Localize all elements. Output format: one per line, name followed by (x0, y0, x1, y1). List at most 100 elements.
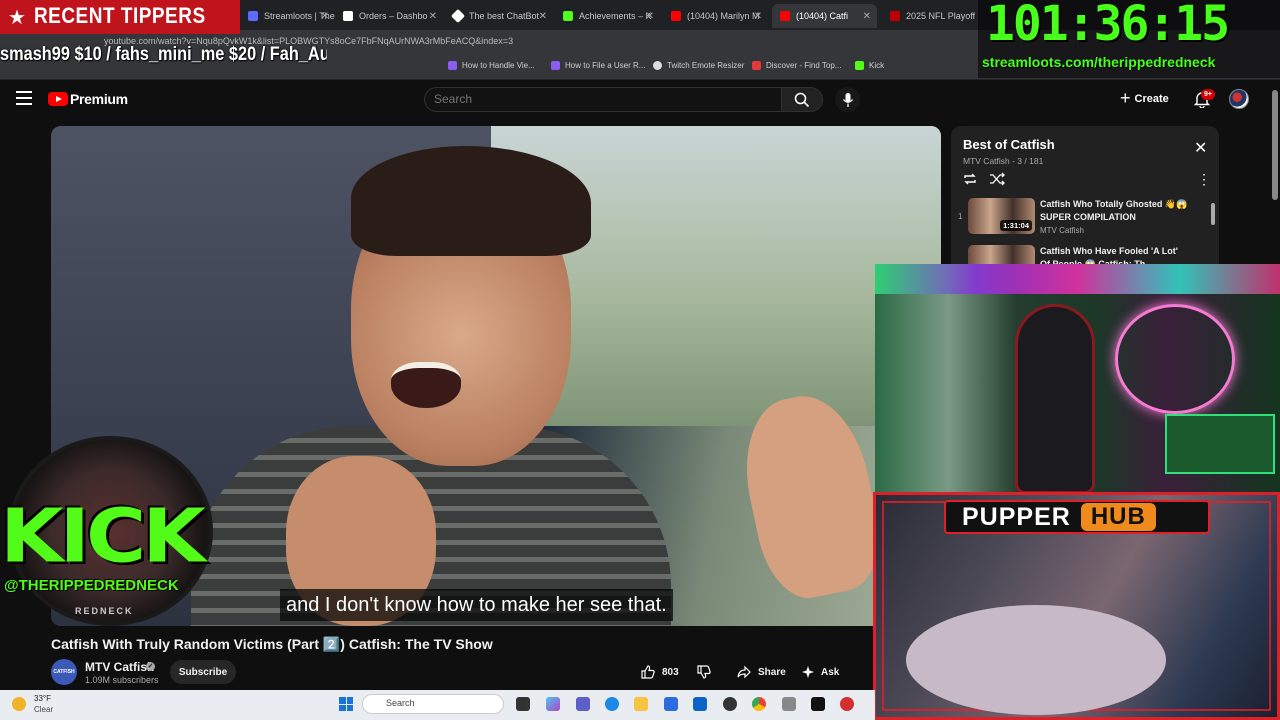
subscribe-button[interactable]: Subscribe (170, 660, 236, 684)
bookmark-item[interactable]: Kick (855, 61, 884, 70)
search-button[interactable] (781, 87, 823, 112)
more-options-icon[interactable]: ⋮ (1197, 172, 1211, 186)
ask-button[interactable]: Ask (801, 660, 839, 684)
youtube-logo-icon[interactable] (48, 92, 68, 106)
account-avatar[interactable] (1229, 89, 1249, 109)
edge-icon[interactable] (605, 697, 619, 711)
channel-avatar[interactable]: CATFISH (51, 659, 77, 685)
file-explorer-icon[interactable] (634, 697, 648, 711)
dislike-button[interactable] (696, 660, 712, 684)
bookmark-label: How to Handle Vie... (462, 61, 535, 70)
ask-label: Ask (821, 666, 840, 678)
shuffle-icon[interactable] (989, 172, 1005, 186)
webcam-neon-sign (1115, 304, 1235, 414)
app-icon[interactable] (840, 697, 854, 711)
video-title: Catfish With Truly Random Victims (Part … (51, 636, 493, 652)
store-icon[interactable] (664, 697, 678, 711)
share-button[interactable]: Share (736, 660, 786, 684)
hub-text: HUB (1080, 503, 1156, 531)
obs-icon[interactable] (723, 697, 737, 711)
close-icon[interactable]: ✕ (1194, 141, 1207, 157)
taskbar-search-box[interactable] (362, 694, 504, 714)
countdown-timer: 101:36:15 (986, 0, 1230, 52)
plus-icon: + (1120, 87, 1131, 108)
playlist-item-title[interactable]: Catfish Who Have Fooled 'A Lot' Of Peopl… (1040, 245, 1190, 265)
hamburger-menu-icon[interactable] (16, 91, 32, 105)
webcam-sign-board (1165, 414, 1275, 474)
taskbar-search-placeholder[interactable]: Search (386, 698, 415, 708)
close-icon[interactable]: ✕ (646, 11, 654, 22)
subscriber-count: 1.09M subscribers (85, 675, 159, 685)
task-view-icon[interactable] (516, 697, 530, 711)
tab-label: The best ChatBot (469, 11, 540, 21)
playlist-title[interactable]: Best of Catfish (963, 137, 1055, 152)
copilot-icon[interactable] (546, 697, 560, 711)
browser-tab[interactable]: 2025 NFL Playoff (882, 4, 982, 28)
kick-icon (855, 61, 864, 70)
bookmark-icon (551, 61, 560, 70)
bookmark-icon (653, 61, 662, 70)
webcam-overlay-room (875, 264, 1280, 494)
close-icon[interactable]: ✕ (863, 11, 871, 22)
chrome-icon[interactable] (752, 697, 766, 711)
webcam-streamer (1015, 304, 1095, 494)
microphone-icon (842, 92, 853, 107)
app-icon[interactable] (782, 697, 796, 711)
recent-tippers-title: RECENT TIPPERS (33, 4, 206, 29)
playlist-scrollbar[interactable] (1211, 203, 1215, 225)
playlist-item[interactable]: Catfish Who Have Fooled 'A Lot' Of Peopl… (953, 245, 1213, 265)
tab-favicon-icon (450, 8, 466, 24)
streamloots-url: streamloots.com/therippedredneck (982, 54, 1216, 70)
close-icon[interactable]: ✕ (754, 11, 762, 22)
share-label: Share (758, 666, 786, 678)
bookmark-label: Kick (869, 61, 885, 70)
bookmark-item[interactable]: Twitch Emote Resizer (653, 61, 744, 70)
browser-tab[interactable]: (10404) Marilyn M ✕ (663, 4, 768, 28)
bookmark-item[interactable]: How to File a User R... (551, 61, 645, 70)
like-button[interactable]: 803 (640, 660, 679, 684)
terminal-icon[interactable] (811, 697, 825, 711)
kick-logo-text: KICK (0, 493, 206, 580)
teams-icon[interactable] (576, 697, 590, 711)
pupper-hub-label: PUPPER HUB (944, 500, 1210, 534)
thumbs-down-icon (697, 665, 711, 679)
webcam-pillow (906, 605, 1166, 715)
video-duration: 1:31:04 (1000, 220, 1032, 231)
search-icon (794, 92, 810, 107)
page-scrollbar[interactable] (1272, 90, 1278, 200)
tab-favicon-icon (780, 11, 790, 21)
browser-tab[interactable]: Streamloots | The ✕ (240, 4, 335, 28)
windows-start-icon[interactable] (339, 697, 353, 711)
search-input[interactable] (434, 88, 774, 110)
close-icon[interactable]: ✕ (321, 11, 329, 22)
browser-tab-active[interactable]: (10404) Catfi ✕ (772, 4, 877, 28)
thumbs-up-icon (641, 665, 655, 679)
bookmark-label: How to File a User R... (565, 61, 646, 70)
weather-sun-icon[interactable] (12, 697, 26, 711)
close-icon[interactable]: ✕ (429, 11, 437, 22)
tab-favicon-icon (343, 11, 353, 21)
playlist-item[interactable]: 1 1:31:04 Catfish Who Totally Ghosted 👋😱… (953, 198, 1213, 240)
tab-label: (10404) Marilyn M (687, 11, 760, 21)
voice-search-button[interactable] (835, 87, 860, 112)
playlist-item-title[interactable]: Catfish Who Totally Ghosted 👋😱 SUPER COM… (1040, 198, 1190, 224)
playlist-item-index: 1 (958, 212, 963, 221)
browser-tab[interactable]: Orders – Dashbo ✕ (335, 4, 443, 28)
bookmark-item[interactable]: How to Handle Vie... (448, 61, 535, 70)
video-thumbnail[interactable] (968, 245, 1035, 265)
youtube-logo-text[interactable]: Premium (70, 91, 128, 107)
weather-condition[interactable]: Clear (34, 705, 53, 714)
notification-count-badge: 9+ (1201, 89, 1215, 100)
loop-icon[interactable] (962, 172, 978, 186)
close-icon[interactable]: ✕ (539, 11, 547, 22)
browser-tab[interactable]: Achievements – K ✕ (555, 4, 660, 28)
video-thumbnail[interactable]: 1:31:04 (968, 198, 1035, 234)
channel-name[interactable]: MTV Catfish (85, 660, 154, 674)
bookmark-item[interactable]: Discover - Find Top... (752, 61, 841, 70)
create-button[interactable]: + Create (1120, 88, 1169, 110)
like-count: 803 (662, 666, 679, 678)
browser-tab[interactable]: The best ChatBot ✕ (445, 4, 553, 28)
weather-temperature[interactable]: 33°F (34, 694, 51, 703)
outlook-icon[interactable] (693, 697, 707, 711)
tab-label: (10404) Catfi (796, 11, 849, 21)
